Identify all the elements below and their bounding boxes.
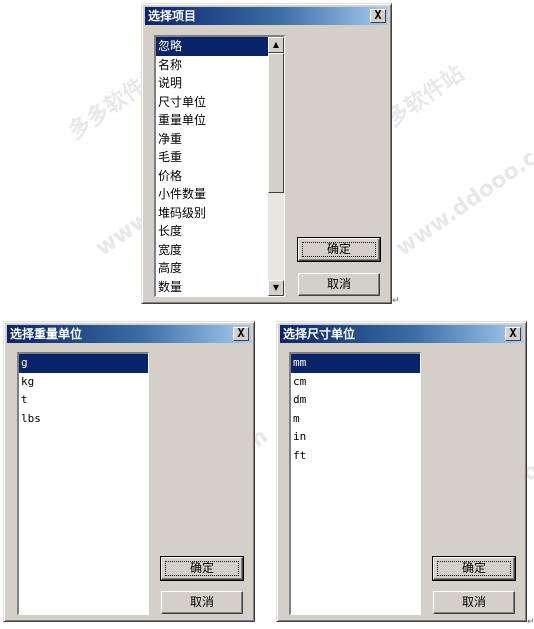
list-item[interactable]: 小件数量 (156, 185, 268, 204)
paragraph-mark: ↵ (392, 296, 400, 306)
list-item[interactable]: 长度 (156, 222, 268, 241)
item-list-scrollbar[interactable]: ▲ ▼ (268, 37, 284, 296)
item-list: 忽略 名称 说明 尺寸单位 重量单位 净重 毛重 价格 小件数量 堆码级别 长度 宽度 高度 数量 (156, 37, 268, 296)
cancel-button[interactable]: 取消 (298, 273, 380, 296)
select-item-titlebar[interactable]: 选择项目 X (145, 7, 388, 25)
ok-button[interactable]: 确定 (297, 237, 381, 262)
dialog-title: 选择重量单位 (10, 327, 83, 341)
scrollbar-thumb[interactable] (268, 53, 284, 193)
dialog-title: 选择项目 (148, 9, 197, 23)
list-item[interactable]: m (291, 410, 420, 429)
list-item[interactable]: ft (291, 447, 420, 466)
select-size-unit-dialog: 选择尺寸单位 X mm cm dm m in ft 确定 取消 (276, 321, 527, 622)
select-weight-unit-dialog: 选择重量单位 X g kg t lbs 确定 取消 (3, 321, 255, 622)
list-item[interactable]: in (291, 428, 420, 447)
list-item[interactable]: 尺寸单位 (156, 93, 268, 112)
list-item[interactable]: 高度 (156, 259, 268, 278)
list-item[interactable]: 宽度 (156, 241, 268, 260)
list-item[interactable]: 重量单位 (156, 111, 268, 130)
select-size-titlebar[interactable]: 选择尺寸单位 X (280, 325, 523, 343)
size-unit-listbox[interactable]: mm cm dm m in ft (289, 352, 421, 615)
select-weight-titlebar[interactable]: 选择重量单位 X (7, 325, 251, 343)
list-item[interactable]: g (19, 354, 148, 373)
list-item[interactable]: 净重 (156, 130, 268, 149)
list-item[interactable]: mm (291, 354, 420, 373)
list-item[interactable]: lbs (19, 410, 148, 429)
focus-rect (165, 561, 239, 576)
ok-button[interactable]: 确定 (432, 556, 516, 581)
list-item[interactable]: 名称 (156, 56, 268, 75)
close-icon[interactable]: X (505, 327, 521, 341)
focus-rect (302, 242, 376, 257)
item-listbox[interactable]: 忽略 名称 说明 尺寸单位 重量单位 净重 毛重 价格 小件数量 堆码级别 长度 宽度 高度 数量 ▲ ▼ (154, 35, 285, 297)
cancel-button[interactable]: 取消 (161, 591, 243, 614)
close-icon[interactable]: X (233, 327, 249, 341)
list-item[interactable]: dm (291, 391, 420, 410)
cancel-button[interactable]: 取消 (433, 591, 515, 614)
dialog-title: 选择尺寸单位 (283, 327, 356, 341)
select-item-dialog: 选择项目 X 忽略 名称 说明 尺寸单位 重量单位 净重 毛重 价格 小件数量 堆码级别 长度 宽度高… (141, 3, 392, 304)
cancel-button-label: 取消 (326, 277, 351, 291)
cancel-button-label: 取消 (189, 595, 214, 609)
list-item[interactable]: 说明 (156, 74, 268, 93)
scroll-down-arrow-icon[interactable]: ▼ (268, 280, 284, 296)
paragraph-mark: ↵ (527, 617, 534, 627)
list-item[interactable]: t (19, 391, 148, 410)
list-item[interactable]: 堆码级别 (156, 204, 268, 223)
weight-unit-listbox[interactable]: g kg t lbs (17, 352, 149, 615)
list-item[interactable]: cm (291, 373, 420, 392)
cancel-button-label: 取消 (461, 595, 486, 609)
list-item[interactable]: 毛重 (156, 148, 268, 167)
list-item[interactable]: 数量 (156, 278, 268, 297)
watermark-url: www.ddooo.com (391, 123, 534, 262)
list-item[interactable]: 忽略 (156, 37, 268, 56)
close-icon[interactable]: X (370, 9, 386, 23)
weight-unit-list: g kg t lbs (19, 354, 148, 614)
size-unit-list: mm cm dm m in ft (291, 354, 420, 614)
scroll-up-arrow-icon[interactable]: ▲ (268, 37, 284, 53)
ok-button[interactable]: 确定 (160, 556, 244, 581)
list-item[interactable]: kg (19, 373, 148, 392)
list-item[interactable]: 价格 (156, 167, 268, 186)
focus-rect (437, 561, 511, 576)
